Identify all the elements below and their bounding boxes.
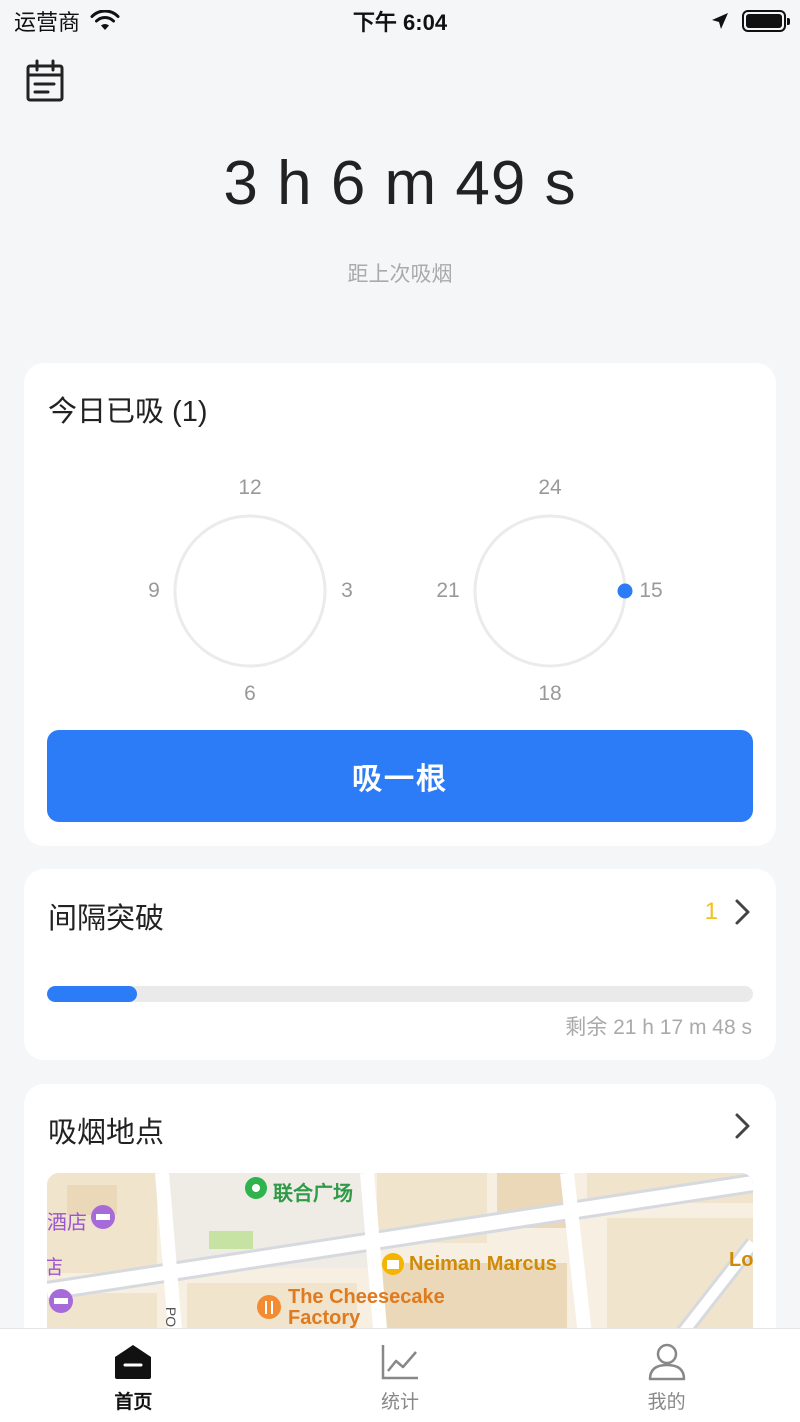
interval-card[interactable]: 间隔突破 1 剩余 21 h 17 m 48 s [24, 869, 776, 1060]
clock-pm-smoke-dot [617, 583, 633, 599]
interval-remaining: 剩余 21 h 17 m 48 s [565, 1016, 752, 1039]
calendar-icon[interactable] [24, 58, 68, 106]
map-label-restaurant-line1: The Cheesecake [288, 1286, 445, 1308]
person-icon [648, 1343, 685, 1381]
location-card[interactable]: 吸烟地点 联合广场 酒店 店 Neiman Marcus The Cheesec… [24, 1084, 776, 1344]
map-background [47, 1173, 753, 1344]
tab-profile[interactable]: 我的 [533, 1329, 800, 1422]
tab-bar: 首页 统计 我的 [0, 1328, 800, 1422]
location-map[interactable]: 联合广场 酒店 店 Neiman Marcus The Cheesecake F… [47, 1173, 753, 1344]
interval-title: 间隔突破 [48, 903, 165, 935]
tab-home-label: 首页 [114, 1392, 153, 1413]
location-title: 吸烟地点 [48, 1117, 165, 1149]
clock-pm-label-top: 24 [538, 476, 562, 499]
today-card: 今日已吸 (1) 12 3 6 9 24 15 18 21 吸一根 [24, 363, 776, 846]
clock-faces [173, 514, 633, 668]
tab-profile-label: 我的 [647, 1392, 686, 1413]
status-right [710, 10, 790, 32]
chevron-right-icon[interactable] [732, 897, 752, 927]
interval-progress [47, 986, 753, 1002]
status-left: 运营商 [14, 5, 120, 37]
clock-am-face [173, 514, 327, 668]
home-icon [115, 1345, 152, 1379]
smoke-one-button[interactable]: 吸一根 [47, 730, 753, 822]
carrier-label: 运营商 [14, 10, 81, 35]
location-arrow-icon [712, 13, 728, 29]
interval-progress-fill [47, 986, 137, 1002]
clock-pm-label-right: 15 [639, 579, 663, 602]
clock-am-label-bottom: 6 [244, 682, 256, 705]
tab-stats[interactable]: 统计 [267, 1329, 534, 1422]
tab-stats-label: 统计 [381, 1392, 420, 1413]
map-label-hotel: 酒店 [47, 1212, 87, 1234]
clock-am-label-right: 3 [341, 579, 353, 602]
map-label-restaurant-line2: Factory [288, 1307, 361, 1329]
clock-pm-face [473, 514, 627, 668]
battery-icon [742, 10, 790, 32]
chart-icon [381, 1345, 418, 1380]
clock-pm-label-bottom: 18 [538, 682, 562, 705]
wifi-icon [90, 10, 120, 30]
elapsed-timer: 3 h 6 m 49 s [223, 149, 577, 218]
clock-pm-label-left: 21 [436, 579, 460, 602]
map-label-store: Neiman Marcus [409, 1253, 557, 1275]
tab-home[interactable]: 首页 [0, 1329, 267, 1422]
map-label-hotel-partial: 店 [47, 1257, 63, 1279]
status-bar: 运营商 下午 6:04 [0, 0, 800, 42]
map-label-edge-partial: Lo [729, 1249, 753, 1271]
elapsed-timer-caption: 距上次吸烟 [347, 263, 453, 286]
battery-level [746, 14, 782, 28]
map-label-plaza: 联合广场 [273, 1183, 353, 1205]
map-label-street: PO [163, 1306, 180, 1328]
clock-am-label-left: 9 [148, 579, 160, 602]
interval-count: 1 [704, 898, 718, 925]
chevron-right-icon[interactable] [732, 1111, 752, 1141]
clock-am-label-top: 12 [238, 476, 262, 499]
